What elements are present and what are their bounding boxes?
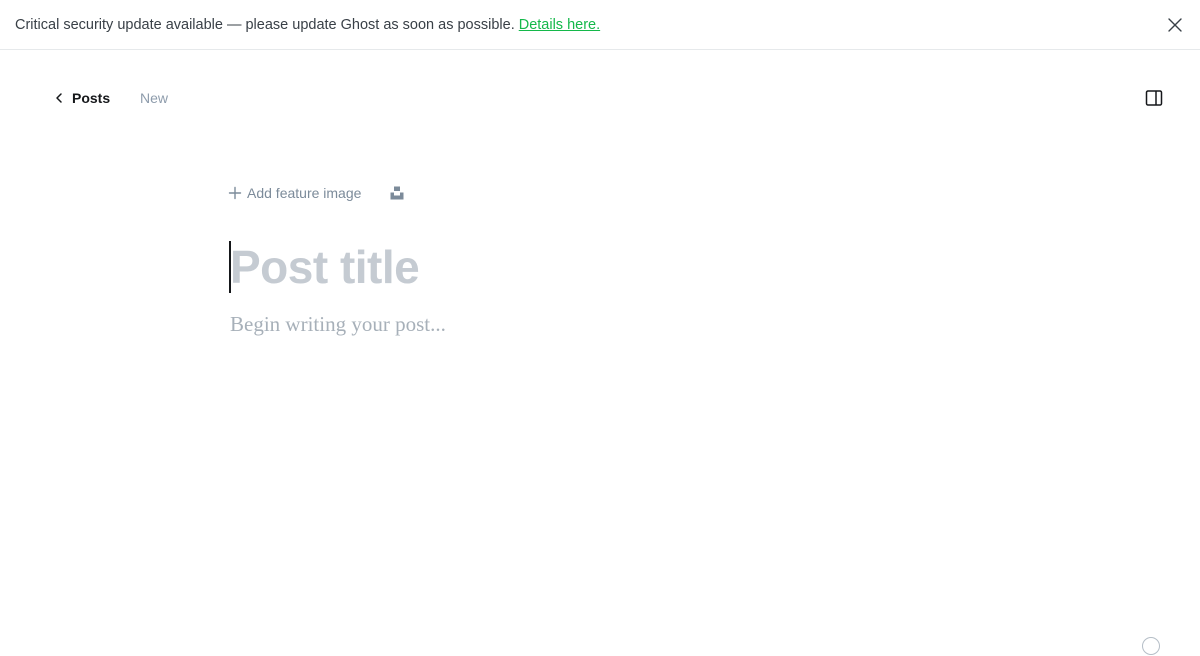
editor-footer — [1128, 636, 1160, 656]
chevron-left-icon — [56, 93, 62, 103]
post-title-field[interactable]: Post title — [229, 240, 989, 294]
post-body-editor[interactable]: Begin writing your post... — [230, 312, 446, 337]
security-banner: Critical security update available — ple… — [0, 0, 1200, 50]
unsplash-icon[interactable] — [389, 185, 405, 201]
editor-topbar: Posts New — [0, 50, 1200, 146]
sidebar-toggle-icon[interactable] — [1144, 88, 1164, 108]
close-icon[interactable] — [1166, 16, 1184, 34]
back-label: Posts — [72, 90, 111, 106]
banner-message: Critical security update available — ple… — [15, 16, 515, 33]
help-icon[interactable] — [1142, 637, 1160, 655]
post-status: New — [140, 90, 169, 106]
add-feature-image-button[interactable]: Add feature image — [228, 182, 361, 204]
post-title-placeholder: Post title — [230, 241, 420, 293]
back-to-posts-link[interactable]: Posts — [52, 88, 110, 108]
add-feature-image-label: Add feature image — [247, 185, 362, 201]
plus-icon — [228, 186, 242, 200]
banner-details-link[interactable]: Details here. — [519, 17, 600, 33]
